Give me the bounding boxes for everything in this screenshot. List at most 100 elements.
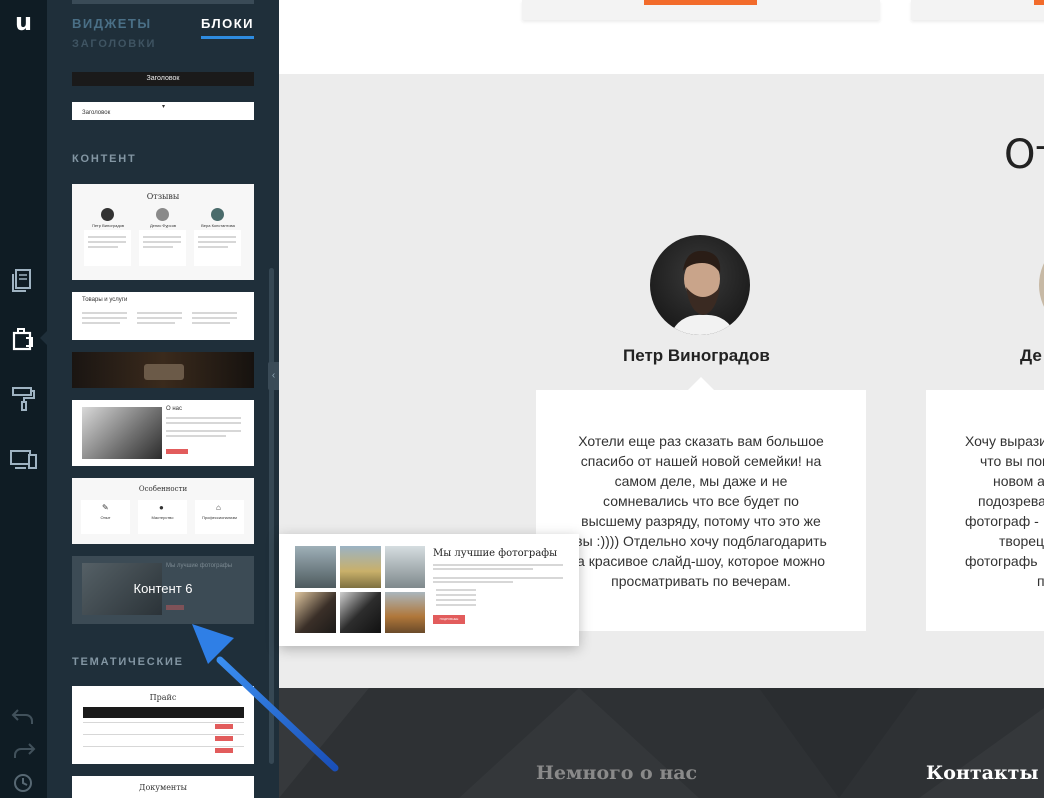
panel-tabs: ВИДЖЕТЫ БЛОКИ (72, 16, 254, 40)
review-line: творец. (999, 533, 1044, 549)
block-thumb-heading-1[interactable]: Заголовок (72, 72, 254, 86)
thumb-feature-label: Профессионализм (202, 515, 237, 520)
thumb-title: Отзывы (146, 192, 180, 201)
section-content-label: КОНТЕНТ (72, 153, 137, 165)
thumb-button (166, 605, 184, 610)
thumb-title: Особенности (138, 485, 188, 493)
review-line: Хотели еще раз сказать вам большое (578, 433, 824, 449)
avatar (211, 208, 224, 221)
preview-title: Мы лучшие фотографы (433, 548, 558, 559)
thumb-text-line (143, 236, 181, 238)
devices-icon[interactable] (9, 445, 38, 474)
drag-arrow-icon (192, 624, 339, 772)
gallery-photo (340, 546, 381, 588)
review-text: Хочу вырази что вы пом новом а подозрева… (926, 431, 1044, 591)
thumb-text-line (198, 236, 236, 238)
pages-icon[interactable] (9, 265, 38, 294)
thumb-text-line (137, 317, 182, 319)
thumb-text-line (82, 317, 127, 319)
thumb-text-line (166, 430, 241, 432)
brush-icon: ✎ (102, 503, 109, 512)
thumb-text-line (143, 246, 173, 248)
gallery-photo (385, 592, 425, 633)
thumb-title: Документы (138, 783, 188, 792)
undo-icon[interactable] (9, 702, 38, 731)
thumb-text-line (166, 417, 241, 419)
review-line: просматривать по вечерам. (611, 573, 791, 589)
bomb-icon: ● (159, 503, 164, 512)
tab-widgets[interactable]: ВИДЖЕТЫ (72, 16, 152, 31)
person-name: Де (1020, 346, 1042, 365)
thumb-text-line (88, 246, 118, 248)
preview-more-button[interactable]: ПОДРОБНЕЕ (433, 615, 465, 624)
person-name: Петр Виноградов (623, 346, 770, 365)
avatar (101, 208, 114, 221)
block-thumb-products[interactable]: Товары и услуги (72, 292, 254, 340)
avatar (156, 208, 169, 221)
thumb-text-line (88, 241, 126, 243)
block-thumb-heading-2[interactable]: Заголовок ▾ (72, 102, 254, 120)
review-line: высшему разряду, потому что это же (581, 513, 821, 529)
thumb-text-line (192, 312, 237, 314)
review-line: спасибо от нашей новой семейки! на (580, 453, 822, 469)
block-thumb-reviews[interactable]: Отзывы Петр Виноградов Денис Фурсов Вера… (72, 184, 254, 280)
preview-list-item (436, 594, 476, 596)
thumb-text-line (137, 312, 182, 314)
gallery-photo (385, 546, 425, 588)
history-icon[interactable] (9, 768, 38, 797)
review-line: сомневались что все будет по (603, 493, 799, 509)
top-card-button[interactable] (644, 0, 757, 5)
review-line: самом деле, мы даже и не (614, 473, 788, 489)
preview-text-line (433, 577, 563, 579)
thumb-heading-label: Заголовок (82, 110, 111, 116)
footer-contacts-heading: Контакты (926, 762, 1039, 784)
review-line: что вы пом (980, 453, 1044, 469)
review-line: подозрева (978, 493, 1044, 509)
review-line: новом а (993, 473, 1044, 489)
block-hover-label: Контент 6 (133, 581, 193, 596)
thumb-person-name: Денис Фурсов (149, 223, 177, 228)
review-line: Хочу вырази (965, 433, 1044, 449)
top-card (911, 0, 1044, 20)
block-thumb-cover[interactable] (72, 352, 254, 388)
thumb-text-line (198, 246, 228, 248)
preview-list-item (436, 604, 476, 606)
block-thumb-content6[interactable]: Мы лучшие фотографы Контент 6 (72, 556, 254, 624)
panel-collapse-button[interactable]: ‹ (268, 362, 279, 390)
thumb-text-line (192, 317, 237, 319)
block-thumb-about[interactable]: О нас (72, 400, 254, 466)
section-thematic-label: ТЕМАТИЧЕСКИЕ (72, 656, 184, 668)
preview-text-line (433, 568, 533, 570)
blocks-icon[interactable] (9, 324, 38, 353)
bubble-pointer (688, 377, 714, 390)
thumb-photo (82, 407, 162, 459)
preview-list-item (436, 599, 476, 601)
redo-icon[interactable] (9, 736, 38, 765)
thumb-text-line (82, 322, 120, 324)
top-card-button[interactable] (1034, 0, 1044, 5)
tab-blocks[interactable]: БЛОКИ (200, 16, 254, 39)
thumb-heading-label: Заголовок (146, 75, 180, 82)
thumb-text-line (192, 322, 230, 324)
thumb-title: Товары и услуги (82, 297, 128, 303)
review-line: фотографь (965, 553, 1038, 569)
section-headings-label: ЗАГОЛОВКИ (72, 38, 157, 50)
home-icon: ⌂ (216, 503, 221, 512)
thumb-text-line (166, 435, 226, 437)
review-line: фотограф - (965, 513, 1039, 529)
thumb-text-line (166, 422, 241, 424)
thumb-button (166, 449, 188, 454)
thumb-text-line (88, 236, 126, 238)
thumb-person-name: Петр Виноградов (91, 223, 125, 228)
block-thumb-features[interactable]: Особенности ✎ ● ⌂ Опыт Мастерство Профес… (72, 478, 254, 544)
thumb-text-line (143, 241, 181, 243)
preview-text-line (433, 581, 513, 583)
thumb-text-line (198, 241, 236, 243)
paint-roller-icon[interactable] (9, 384, 38, 413)
thumb-text-line (82, 312, 127, 314)
app-logo[interactable]: u (0, 8, 47, 36)
preview-text-line (433, 564, 563, 566)
avatar (650, 235, 750, 335)
thumb-person-name: Вера Константова (201, 223, 235, 228)
thumb-text-line (137, 322, 175, 324)
